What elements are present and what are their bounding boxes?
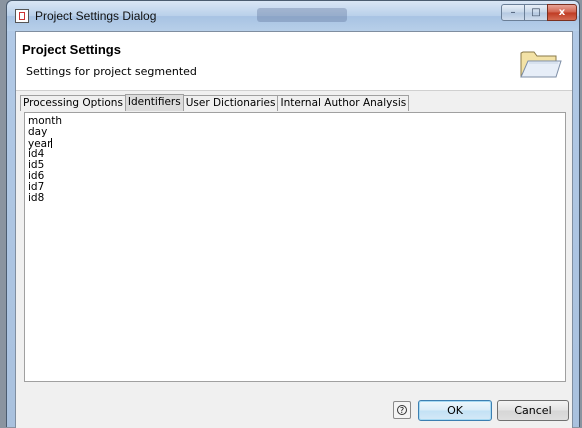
dialog-header: Project Settings Settings for project se… [16, 32, 572, 91]
dialog-body: Project Settings Settings for project se… [15, 31, 573, 428]
tab-processing-options[interactable]: Processing Options [20, 95, 126, 111]
tab-user-dictionaries[interactable]: User Dictionaries [182, 95, 279, 111]
identifiers-list: month day year id4 id5 id6 id7 id8 [25, 113, 565, 204]
list-item: id6 [28, 170, 45, 182]
tab-bar: Processing Options Identifiers User Dict… [20, 94, 410, 111]
open-folder-icon [520, 51, 562, 78]
close-button[interactable]: x [547, 4, 577, 21]
page-subtitle: Settings for project segmented [26, 65, 197, 78]
window-title: Project Settings Dialog [35, 9, 157, 23]
help-icon: ? [397, 405, 407, 415]
title-bar[interactable]: Project Settings Dialog – □ x [7, 1, 579, 31]
tab-identifiers[interactable]: Identifiers [124, 94, 184, 111]
app-icon [15, 9, 29, 23]
minimize-button[interactable]: – [501, 4, 525, 21]
text-caret [51, 138, 53, 148]
list-item: id4 [28, 148, 45, 160]
background-window-ghost [257, 8, 347, 22]
list-item: id7 [28, 181, 45, 193]
list-item: day [28, 126, 48, 138]
help-button[interactable]: ? [393, 401, 411, 419]
tab-internal-author-analysis[interactable]: Internal Author Analysis [277, 95, 410, 111]
maximize-button[interactable]: □ [524, 4, 548, 21]
ok-button[interactable]: OK [418, 400, 492, 421]
page-title: Project Settings [22, 42, 121, 57]
list-item: id8 [28, 192, 45, 204]
list-item: id5 [28, 159, 45, 171]
cancel-button[interactable]: Cancel [497, 400, 569, 421]
list-item: month [28, 115, 63, 127]
list-item: year [28, 138, 53, 150]
identifiers-editor[interactable]: month day year id4 id5 id6 id7 id8 [24, 112, 566, 382]
dialog-window: Project Settings Dialog – □ x Project Se… [6, 0, 580, 428]
